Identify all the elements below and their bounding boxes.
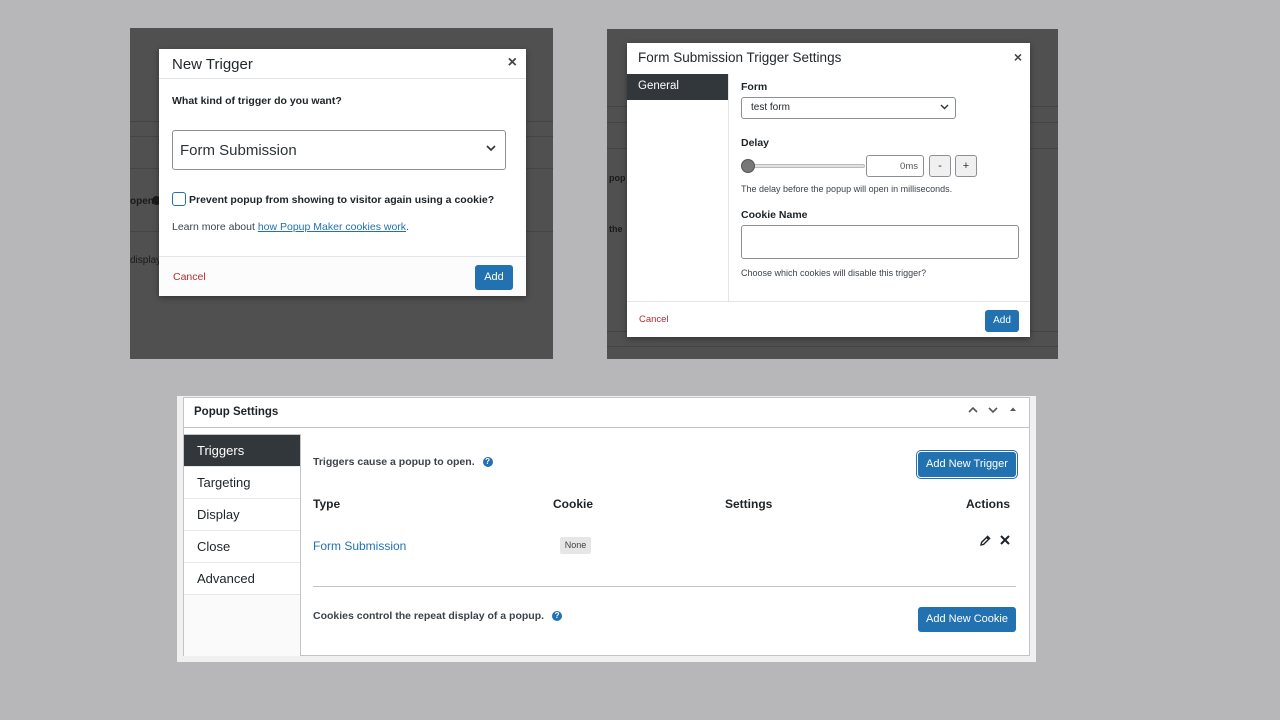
modal-footer: Cancel Add xyxy=(159,256,526,296)
learn-more-prefix: Learn more about xyxy=(172,221,258,233)
trigger-type-value: Form Submission xyxy=(180,142,297,159)
delay-slider-handle[interactable] xyxy=(741,159,755,173)
tab-close[interactable]: Close xyxy=(184,531,300,563)
up-chevron-icon[interactable] xyxy=(967,404,979,419)
trigger-type-link[interactable]: Form Submission xyxy=(313,539,406,553)
add-button[interactable]: Add xyxy=(985,310,1019,332)
column-header-settings: Settings xyxy=(725,497,773,511)
form-select-value: test form xyxy=(751,102,790,113)
delete-x-icon[interactable] xyxy=(999,534,1011,549)
delay-help-text: The delay before the popup will open in … xyxy=(741,184,953,194)
popup-settings-box: Popup Settings Triggers Targeting Displa… xyxy=(183,397,1030,656)
popup-settings-screenshot: Popup Settings Triggers Targeting Displa… xyxy=(177,396,1036,662)
delay-decrement-button[interactable]: - xyxy=(929,155,951,177)
tab-triggers[interactable]: Triggers xyxy=(184,435,300,467)
tab-general[interactable]: General xyxy=(627,74,728,100)
modal-title: New Trigger xyxy=(172,56,253,73)
cancel-button[interactable]: Cancel xyxy=(173,271,206,283)
learn-more-suffix: . xyxy=(406,221,409,233)
down-chevron-icon[interactable] xyxy=(987,404,999,419)
trigger-settings-modal: Form Submission Trigger Settings × Gener… xyxy=(627,43,1030,337)
tab-advanced[interactable]: Advanced xyxy=(184,563,300,595)
section-divider xyxy=(313,586,1016,587)
prevent-popup-cookie-checkbox[interactable] xyxy=(172,192,186,206)
trigger-settings-screenshot: pop the Form Submission Trigger Settings… xyxy=(607,29,1058,359)
add-new-trigger-button[interactable]: Add New Trigger xyxy=(918,452,1016,477)
form-label: Form xyxy=(741,81,768,93)
chevron-down-icon xyxy=(940,102,949,112)
delay-slider-track[interactable] xyxy=(747,164,865,168)
background-text: display xyxy=(130,255,162,266)
popup-settings-title: Popup Settings xyxy=(194,406,279,418)
modal-header: Form Submission Trigger Settings × xyxy=(627,43,1030,74)
cookies-help-link[interactable]: how Popup Maker cookies work xyxy=(258,221,406,233)
help-icon[interactable]: ? xyxy=(552,611,563,621)
trigger-type-select[interactable]: Form Submission xyxy=(172,130,506,170)
form-select[interactable]: test form xyxy=(741,97,956,119)
cancel-button[interactable]: Cancel xyxy=(639,314,669,325)
column-header-actions: Actions xyxy=(966,497,1011,511)
box-controls xyxy=(967,404,1019,419)
settings-tabs: General xyxy=(627,74,729,301)
new-trigger-screenshot: open. display New Trigger × What kind of… xyxy=(130,28,553,359)
cookie-name-help-text: Choose which cookies will disable this t… xyxy=(741,268,927,278)
cookies-intro: Cookies control the repeat display of a … xyxy=(313,610,563,622)
background-text: the xyxy=(609,224,623,234)
trigger-type-question: What kind of trigger do you want? xyxy=(172,95,342,107)
close-icon[interactable]: × xyxy=(508,55,517,71)
close-icon[interactable]: × xyxy=(1014,49,1022,65)
add-new-cookie-button[interactable]: Add New Cookie xyxy=(918,607,1016,632)
column-header-cookie: Cookie xyxy=(553,497,594,511)
chevron-down-icon xyxy=(486,143,496,155)
collapse-triangle-icon[interactable] xyxy=(1007,404,1019,419)
new-trigger-modal: New Trigger × What kind of trigger do yo… xyxy=(159,49,526,296)
column-header-type: Type xyxy=(313,497,341,511)
edit-pencil-icon[interactable] xyxy=(979,534,992,550)
add-button[interactable]: Add xyxy=(475,265,513,290)
triggers-panel: Triggers cause a popup to open.? Add New… xyxy=(301,429,1029,655)
cookie-badge: None xyxy=(560,537,591,554)
cookies-intro-text: Cookies control the repeat display of a … xyxy=(313,610,545,622)
triggers-intro-text: Triggers cause a popup to open. xyxy=(313,456,475,468)
delay-label: Delay xyxy=(741,137,770,149)
tab-display[interactable]: Display xyxy=(184,499,300,531)
delay-input[interactable]: 0ms xyxy=(866,155,924,177)
modal-footer: Cancel Add xyxy=(627,301,1030,337)
prevent-popup-cookie-label: Prevent popup from showing to visitor ag… xyxy=(189,194,495,206)
delay-increment-button[interactable]: + xyxy=(955,155,977,177)
cookie-name-field[interactable] xyxy=(741,225,1019,259)
tab-targeting[interactable]: Targeting xyxy=(184,467,300,499)
background-text: pop xyxy=(609,173,626,183)
modal-header: New Trigger × xyxy=(159,49,526,79)
background-divider xyxy=(607,346,1058,347)
help-icon[interactable]: ? xyxy=(482,457,493,467)
popup-settings-header: Popup Settings xyxy=(184,398,1029,428)
learn-more-text: Learn more about how Popup Maker cookies… xyxy=(172,221,409,233)
modal-title: Form Submission Trigger Settings xyxy=(638,50,842,65)
triggers-intro: Triggers cause a popup to open.? xyxy=(313,456,493,468)
cookie-name-label: Cookie Name xyxy=(741,209,808,221)
settings-sidebar: Triggers Targeting Display Close Advance… xyxy=(184,434,301,656)
